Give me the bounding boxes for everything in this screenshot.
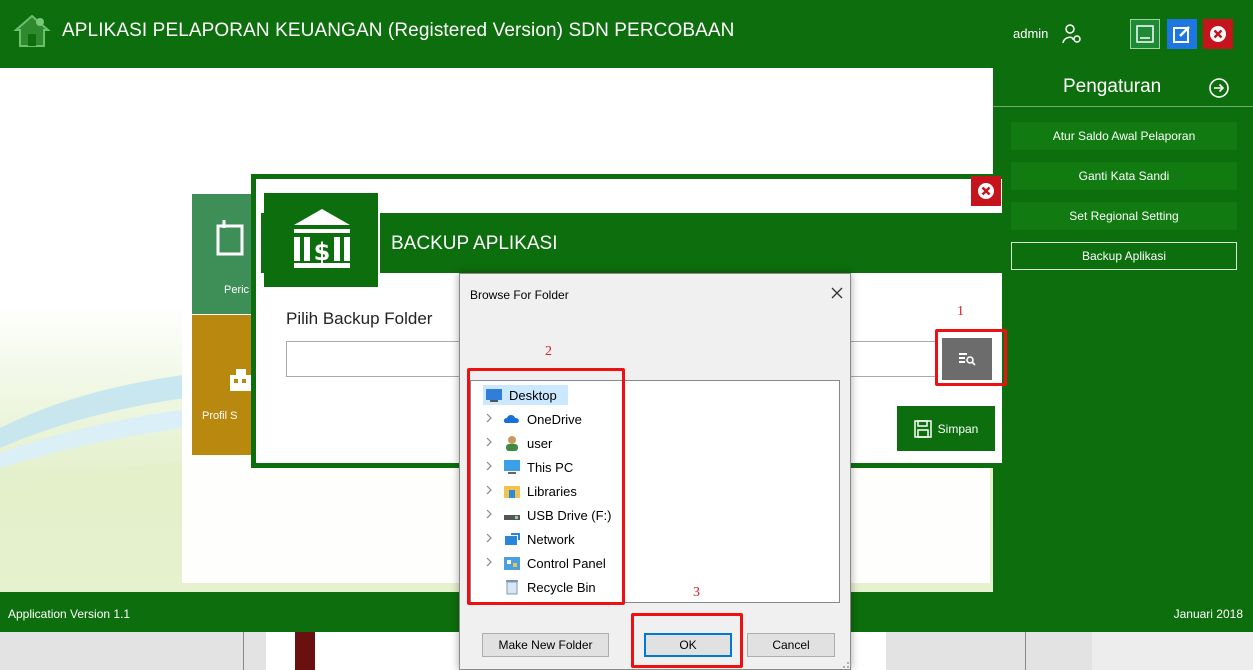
app-version: Application Version 1.1 bbox=[8, 607, 131, 621]
user-settings-icon bbox=[1062, 24, 1081, 44]
panel-divider bbox=[993, 106, 1253, 107]
make-new-folder-button[interactable]: Make New Folder bbox=[482, 633, 609, 657]
close-app-button[interactable] bbox=[1203, 19, 1233, 49]
period-tile[interactable]: Peric bbox=[192, 194, 256, 314]
browse-dialog-title: Browse For Folder bbox=[470, 288, 569, 302]
annotation-number-1: 1 bbox=[957, 304, 964, 319]
annotation-box-2 bbox=[467, 368, 625, 605]
exit-arrow-icon[interactable] bbox=[1207, 76, 1231, 100]
set-opening-balance-button[interactable]: Atur Saldo Awal Pelaporan bbox=[1011, 122, 1237, 150]
calendar-icon bbox=[216, 220, 244, 256]
cancel-button[interactable]: Cancel bbox=[747, 633, 835, 657]
user-settings-button[interactable] bbox=[1057, 19, 1087, 49]
annotation-box-3 bbox=[631, 613, 743, 668]
backup-logo: $ bbox=[264, 193, 380, 289]
home-logo-icon bbox=[13, 14, 51, 47]
backup-dialog-title: BACKUP APLIKASI bbox=[391, 233, 558, 254]
annotation-number-2: 2 bbox=[545, 344, 552, 359]
underlying-strip bbox=[295, 632, 315, 670]
annotation-number-3: 3 bbox=[693, 585, 700, 600]
annotation-box-1 bbox=[935, 329, 1007, 386]
settings-title: Pengaturan bbox=[1063, 76, 1162, 97]
close-icon bbox=[978, 183, 994, 199]
bank-icon: $ bbox=[294, 209, 350, 268]
underlying-divider bbox=[243, 632, 244, 670]
save-button[interactable]: Simpan bbox=[897, 406, 995, 451]
save-button-label: Simpan bbox=[937, 421, 979, 436]
minimize-button[interactable] bbox=[1130, 19, 1160, 49]
underlying-right-panel bbox=[1092, 632, 1253, 670]
resize-grip-icon[interactable] bbox=[840, 659, 850, 669]
title-bar: APLIKASI PELAPORAN KEUANGAN (Registered … bbox=[0, 0, 1253, 68]
profile-tile[interactable]: Profil S bbox=[192, 315, 256, 455]
settings-panel: Pengaturan Atur Saldo Awal Pelaporan Gan… bbox=[993, 68, 1253, 592]
svg-text:$: $ bbox=[314, 238, 331, 266]
app-title: APLIKASI PELAPORAN KEUANGAN (Registered … bbox=[62, 20, 735, 41]
backup-folder-label: Pilih Backup Folder bbox=[286, 309, 433, 328]
backup-close-button[interactable] bbox=[971, 176, 1001, 206]
regional-setting-button[interactable]: Set Regional Setting bbox=[1011, 202, 1237, 230]
username-label: admin bbox=[1013, 26, 1049, 41]
minimize-icon bbox=[1136, 25, 1154, 43]
profile-tile-label: Profil S bbox=[202, 410, 238, 422]
current-period: Januari 2018 bbox=[1173, 607, 1243, 621]
period-tile-label: Peric bbox=[224, 284, 250, 296]
close-icon bbox=[1210, 26, 1226, 42]
close-icon[interactable] bbox=[828, 284, 846, 302]
underlying-divider-right bbox=[1025, 632, 1026, 670]
edit-button[interactable] bbox=[1167, 19, 1197, 49]
change-password-button[interactable]: Ganti Kata Sandi bbox=[1011, 162, 1237, 190]
save-icon bbox=[913, 419, 932, 438]
edit-icon bbox=[1173, 26, 1190, 43]
backup-app-button[interactable]: Backup Aplikasi bbox=[1011, 242, 1237, 270]
